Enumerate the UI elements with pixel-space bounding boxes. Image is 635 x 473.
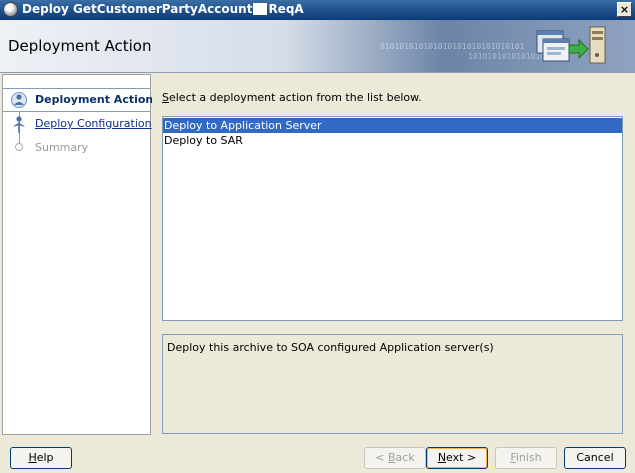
current-step-person-icon [11,92,27,108]
app-icon [3,2,18,17]
title-bar[interactable]: Deploy GetCustomerPartyAccount ReqA × [0,0,635,20]
step-deploy-configuration[interactable]: Deploy Configuration [3,113,152,135]
title-redaction [253,3,268,15]
main-content: Select a deployment action from the list… [152,74,635,435]
cancel-button[interactable]: Cancel [564,447,626,469]
list-item-application-server[interactable]: Deploy to Application Server [163,118,622,133]
next-mnemonic: N [437,451,447,464]
list-item-sar[interactable]: Deploy to SAR [163,133,622,148]
finish-label: inish [515,451,542,464]
action-description-box: Deploy this archive to SOA configured Ap… [162,334,623,434]
window-title-prefix: Deploy GetCustomerPartyAccount [22,2,253,16]
back-mnemonic: B [388,451,396,464]
step-summary: Summary [3,137,150,159]
deployment-action-list[interactable]: Deploy to Application Server Deploy to S… [162,116,623,321]
step-label-deploy-configuration[interactable]: Deploy Configuration [35,117,152,130]
instruction-label: Select a deployment action from the list… [162,91,422,104]
next-button[interactable]: Next > [426,447,488,469]
step-pending-dot-icon [15,143,23,151]
close-icon: × [619,3,630,16]
next-label: ext > [446,451,477,464]
back-arrow: < [375,451,388,464]
deploy-graphic-icon [536,26,606,64]
instruction-mnemonic: S [162,91,169,104]
help-mnemonic: H [28,451,37,464]
finish-button[interactable]: Finish [495,447,557,469]
step-person-icon [13,116,25,133]
window-title-suffix: ReqA [268,2,304,16]
back-button[interactable]: < Back [364,447,426,469]
help-button[interactable]: Help [10,447,72,469]
instruction-text: elect a deployment action from the list … [168,91,422,104]
wizard-steps-panel: Deployment Action Deploy Configuration S… [2,74,154,435]
action-description: Deploy this archive to SOA configured Ap… [167,341,494,354]
step-deployment-action[interactable]: Deployment Action [3,88,154,112]
page-title: Deployment Action [8,37,152,55]
wizard-header: Deployment Action 0101010101010101010101… [0,20,635,73]
window-title: Deploy GetCustomerPartyAccount ReqA [22,2,304,16]
close-button[interactable]: × [617,2,632,17]
help-label: elp [36,451,54,464]
back-label: ack [395,451,415,464]
step-label-deployment-action: Deployment Action [35,93,154,106]
header-binary-decoration-2: 1010101010101010 [468,52,546,61]
header-binary-decoration: 010101010101010101010101010101 [380,42,525,51]
step-label-summary: Summary [35,141,89,154]
